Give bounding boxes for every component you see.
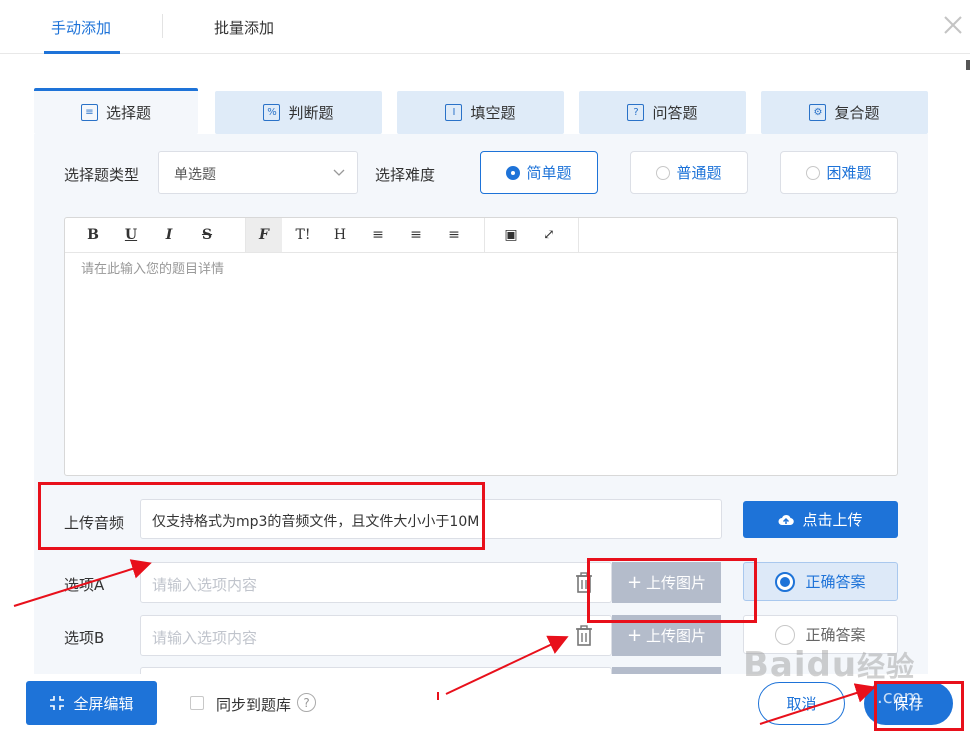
cancel-label: 取消 [786,695,817,713]
heading-button[interactable]: H [322,218,358,252]
toolbar-divider [578,218,579,252]
difficulty-easy-label: 简单题 [526,164,572,182]
tab-true-false[interactable]: % 判断题 [215,91,382,134]
tab-manual-add[interactable]: 手动添加 [51,17,111,38]
tab-label: 问答题 [652,104,698,122]
fullscreen-edit-button[interactable]: 全屏编辑 [26,681,157,725]
fullscreen-edit-label: 全屏编辑 [73,694,134,713]
active-tab-indicator [44,51,120,54]
underline-button[interactable]: U [113,218,149,252]
tab-label: 选择题 [105,104,151,122]
option-a-input[interactable]: 请输入选项内容 [140,562,612,603]
editor-placeholder: 请在此输入您的题目详情 [81,262,225,277]
option-a-label: 选项A [64,576,105,594]
image-icon[interactable]: ▣ [493,218,529,252]
font-size-button[interactable]: T! [285,218,321,252]
settings-list-icon: ⚙ [809,104,827,121]
difficulty-normal[interactable]: 普通题 [630,151,748,194]
question-type-value: 单选题 [174,167,216,183]
annotation-box-save [874,681,964,731]
scrollbar[interactable] [966,60,970,70]
difficulty-hard[interactable]: 困难题 [780,151,898,194]
difficulty-hard-label: 困难题 [826,164,872,182]
tab-label: 填空题 [470,104,516,122]
tab-label: 复合题 [834,104,880,122]
difficulty-normal-label: 普通题 [676,164,722,182]
editor-toolbar: B U I S F T! H ≡ ≡ ≡ ▣ ⤢ [65,218,897,253]
radio-normal[interactable] [656,165,671,180]
align-center-button[interactable]: ≡ [398,218,434,252]
audio-upload-button[interactable]: 点击上传 [743,501,898,538]
tab-fill-blank[interactable]: I 填空题 [397,91,564,134]
font-button[interactable]: F [246,218,282,252]
upload-image-label: 上传图片 [646,627,707,645]
correct-answer-label: 正确答案 [805,626,866,644]
cursor-icon: I [445,104,463,121]
annotation-box-audio [38,482,485,550]
question-editor[interactable]: B U I S F T! H ≡ ≡ ≡ ▣ ⤢ 请在此输入您的题目详情 [64,217,898,476]
watermark-logo: Baidu经验 [743,645,916,685]
bold-button[interactable]: B [75,218,111,252]
collapse-icon [50,696,65,710]
option-a-placeholder: 请输入选项内容 [152,576,258,594]
radio-hard[interactable] [806,165,821,180]
toolbar-divider [484,218,485,252]
top-tabs: 手动添加 批量添加 [0,0,970,54]
radio-easy[interactable] [506,165,521,180]
sync-checkbox[interactable] [190,696,204,710]
question-type-select[interactable]: 单选题 [158,151,358,194]
align-right-button[interactable]: ≡ [436,218,472,252]
sync-label: 同步到题库 [216,696,292,714]
correct-answer-label: 正确答案 [805,573,866,591]
cloud-upload-icon [778,514,795,525]
tab-label: 判断题 [288,104,334,122]
question-type-label: 选择题类型 [64,166,140,184]
strikethrough-button[interactable]: S [189,218,225,252]
tab-divider [162,14,163,38]
option-b-label: 选项B [64,629,105,647]
radio-correct-a[interactable] [775,571,796,592]
help-icon[interactable]: ? [297,693,316,712]
option-b-placeholder: 请输入选项内容 [152,629,258,647]
percent-icon: % [263,104,281,121]
italic-button[interactable]: I [151,218,187,252]
annotation-box-upload-image [587,558,757,623]
close-icon[interactable] [940,12,966,38]
radio-correct-b[interactable] [775,624,796,645]
tab-batch-add[interactable]: 批量添加 [214,17,274,38]
tab-compound[interactable]: ⚙ 复合题 [761,91,928,134]
chevron-down-icon [333,169,345,176]
question-icon: ? [627,104,645,121]
option-a-correct-answer[interactable]: 正确答案 [743,562,898,601]
audio-upload-label: 点击上传 [802,511,863,529]
expand-icon[interactable]: ⤢ [531,218,567,252]
tab-choice[interactable]: ≡ 选择题 [34,88,198,134]
cancel-button[interactable]: 取消 [758,682,845,725]
trash-icon[interactable] [574,625,594,647]
plus-icon: + [626,625,643,646]
difficulty-easy[interactable]: 简单题 [480,151,598,194]
difficulty-label: 选择难度 [375,166,436,184]
list-icon: ≡ [80,104,98,121]
align-left-button[interactable]: ≡ [360,218,396,252]
tab-qa[interactable]: ? 问答题 [579,91,746,134]
option-b-input[interactable]: 请输入选项内容 [140,615,612,656]
